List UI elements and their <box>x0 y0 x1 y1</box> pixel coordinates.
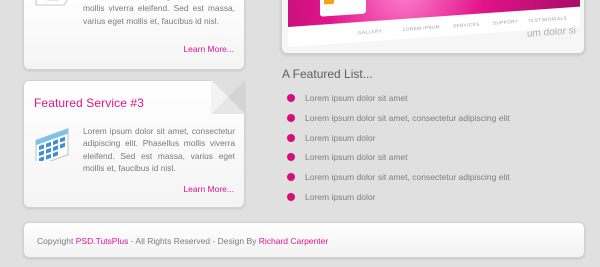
document-icon <box>34 0 76 12</box>
copyright-middle: - All Rights Reserved - Design By <box>128 236 259 246</box>
footer: Copyright PSD.TutsPlus - All Rights Rese… <box>23 222 585 258</box>
website-preview-image: GALLERY LOREM IPSUM SERVICES SUPPORT TES… <box>281 0 585 54</box>
preview-nav-item: SUPPORT <box>493 18 519 26</box>
list-item: Lorem ipsum dolor sit amet, consectetur … <box>287 171 510 191</box>
bullet-icon <box>287 133 295 142</box>
calendar-icon <box>34 121 78 167</box>
bullet-icon <box>287 94 295 102</box>
list-item-text: Lorem ipsum dolor sit amet, consectetur … <box>305 172 510 183</box>
list-item: Lorem ipsum dolor <box>287 132 510 152</box>
site-link[interactable]: PSD.TutsPlus <box>76 236 129 246</box>
list-item: Lorem ipsum dolor sit amet, consectetur … <box>287 112 510 132</box>
bullet-icon <box>287 113 295 122</box>
featured-service-card: Featured Service #3 Lorem ipsum dolor si… <box>23 80 245 208</box>
service-description: Lorem ipsum dolor sit amet, consectetur … <box>83 126 235 173</box>
preview-nav-item: TESTIMONIALS <box>528 15 568 24</box>
list-item-text: Lorem ipsum dolor sit amet, consectetur … <box>305 112 510 123</box>
copyright-text: Copyright PSD.TutsPlus - All Rights Rese… <box>37 236 328 246</box>
preview-nav-item: LOREM IPSUM <box>403 24 441 32</box>
list-item-text: Lorem ipsum dolor sit amet <box>305 152 408 163</box>
author-link[interactable]: Richard Carpenter <box>259 236 328 246</box>
featured-list: Lorem ipsum dolor sit amet Lorem ipsum d… <box>287 92 510 211</box>
preview-nav-item: SERVICES <box>453 21 480 29</box>
learn-more-link[interactable]: Learn More... <box>183 44 234 54</box>
page-fold-decoration <box>211 80 245 114</box>
learn-more-link[interactable]: Learn More... <box>183 184 234 194</box>
list-item: Lorem ipsum dolor sit amet <box>287 151 510 171</box>
list-item: Lorem ipsum dolor sit amet <box>287 92 510 112</box>
list-item-text: Lorem ipsum dolor <box>305 132 376 143</box>
list-item-text: Lorem ipsum dolor <box>305 191 376 202</box>
service-title: Featured Service #3 <box>34 96 144 110</box>
preview-nav-item: GALLERY <box>358 28 383 36</box>
preview-box-accent <box>324 0 334 5</box>
service-description: consectetur adipiscing elit. Phasellus m… <box>83 0 235 26</box>
bullet-icon <box>287 192 295 201</box>
featured-list-title: A Featured List... <box>282 67 373 81</box>
bullet-icon <box>287 153 295 162</box>
list-item: Lorem ipsum dolor <box>287 191 510 211</box>
list-item-text: Lorem ipsum dolor sit amet <box>305 93 408 103</box>
preview-screen: GALLERY LOREM IPSUM SERVICES SUPPORT TES… <box>288 0 580 47</box>
preview-tagline: um dolor si <box>527 25 576 40</box>
bullet-icon <box>287 173 295 182</box>
copyright-prefix: Copyright <box>37 236 76 246</box>
service-card: consectetur adipiscing elit. Phasellus m… <box>23 0 245 70</box>
